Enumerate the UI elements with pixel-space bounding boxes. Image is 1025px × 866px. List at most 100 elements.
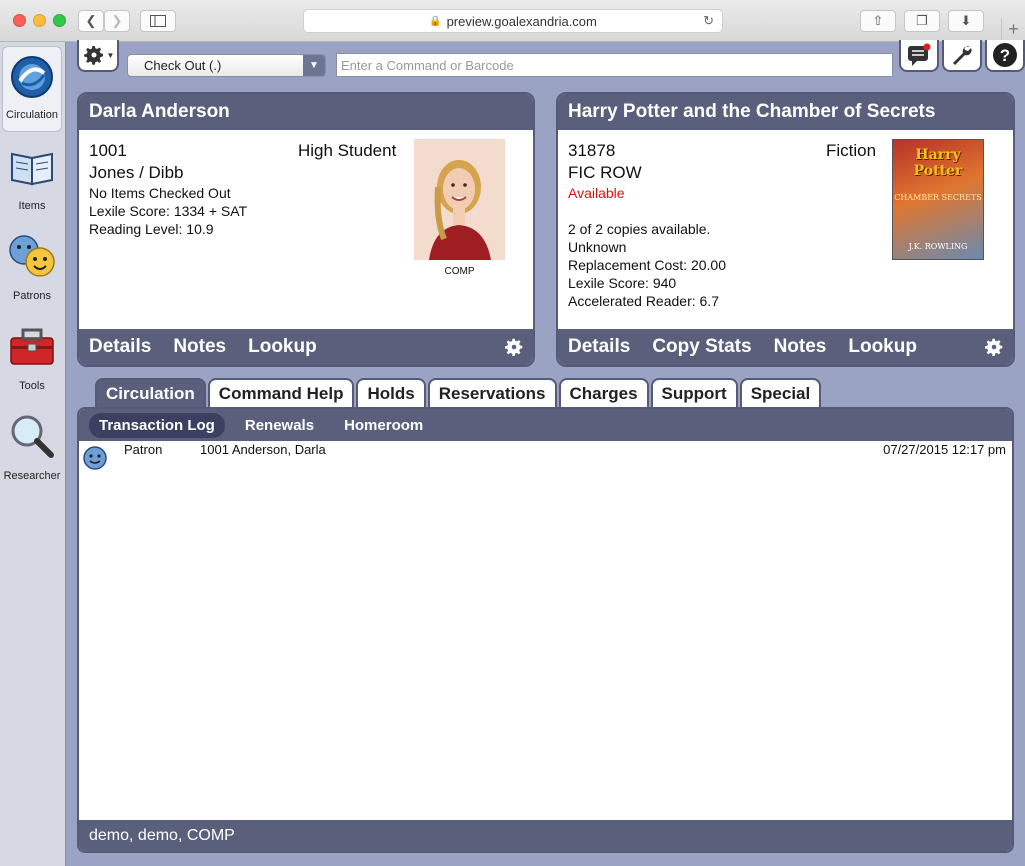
log-type: Patron: [124, 442, 163, 457]
tabs-overview-button[interactable]: ❐: [904, 10, 940, 32]
tab-holds[interactable]: Holds: [356, 378, 426, 408]
item-copy-stats-link[interactable]: Copy Stats: [652, 336, 751, 358]
downloads-button[interactable]: ⬇: [948, 10, 984, 32]
tab-special[interactable]: Special: [739, 378, 822, 408]
sidebar-item-label: Tools: [19, 380, 45, 392]
help-icon: ?: [993, 43, 1017, 67]
forward-button[interactable]: ❯: [104, 10, 130, 32]
photo-caption: COMP: [444, 266, 475, 277]
url-text: preview.goalexandria.com: [446, 13, 597, 29]
transaction-log-panel: Transaction Log Renewals Homeroom Patron…: [77, 407, 1014, 853]
svg-text:?: ?: [1000, 46, 1010, 65]
cover-title: Harry Potter: [913, 147, 963, 179]
patrons-icon: [8, 232, 56, 280]
patron-panel: Darla Anderson 1001 High Student Jones /…: [77, 92, 535, 367]
sidebar-icon: [150, 15, 166, 27]
patron-homeroom: Jones / Dibb: [89, 163, 184, 182]
lock-icon: 🔒: [429, 15, 442, 27]
item-barcode: 31878: [568, 141, 616, 160]
patron-photo[interactable]: [414, 139, 505, 260]
book-icon: [8, 142, 56, 190]
browser-toolbar: ❮ ❯ 🔒 preview.goalexandria.com ↻ ⇧ ❐ ⬇ +: [0, 0, 1025, 42]
wrench-icon: [953, 46, 972, 65]
item-gear-icon[interactable]: [983, 336, 1005, 364]
item-copies: 2 of 2 copies available.: [568, 221, 711, 237]
subtab-transaction-log[interactable]: Transaction Log: [89, 412, 225, 438]
patron-name: Darla Anderson: [79, 94, 533, 130]
log-time: 07/27/2015 12:17 pm: [883, 442, 1006, 457]
item-panel: Harry Potter and the Chamber of Secrets …: [556, 92, 1015, 367]
sidebar-item-researcher[interactable]: Researcher: [2, 406, 62, 492]
item-lexile: Lexile Score: 940: [568, 275, 677, 291]
back-button[interactable]: ❮: [78, 10, 104, 32]
toolbox-icon: [8, 322, 56, 370]
item-actions: Details Copy Stats Notes Lookup: [558, 329, 1013, 365]
close-window-button[interactable]: [13, 14, 26, 27]
help-button[interactable]: ?: [985, 40, 1025, 72]
reload-icon[interactable]: ↻: [703, 13, 714, 29]
gear-icon: [83, 46, 103, 65]
zoom-window-button[interactable]: [53, 14, 66, 27]
book-cover[interactable]: Harry Potter CHAMBER SECRETS J.K. ROWLIN…: [892, 139, 984, 260]
log-detail: 1001 Anderson, Darla: [200, 442, 326, 457]
tabs-icon: ❐: [916, 13, 928, 28]
patron-avatar: [414, 139, 505, 260]
preferences-button[interactable]: [942, 40, 982, 72]
subtab-renewals[interactable]: Renewals: [235, 413, 324, 438]
tab-reservations[interactable]: Reservations: [427, 378, 557, 408]
messages-button[interactable]: [899, 40, 939, 72]
address-bar[interactable]: 🔒 preview.goalexandria.com ↻: [303, 9, 723, 33]
subtab-homeroom[interactable]: Homeroom: [334, 413, 433, 438]
sub-tabs: Transaction Log Renewals Homeroom: [79, 409, 1012, 441]
mode-value: Check Out (.): [144, 58, 222, 73]
sidebar-item-patrons[interactable]: Patrons: [2, 226, 62, 312]
sidebar-item-tools[interactable]: Tools: [2, 316, 62, 402]
new-tab-button[interactable]: +: [1001, 18, 1025, 42]
cover-subtitle: CHAMBER SECRETS: [894, 193, 982, 202]
patron-barcode: 1001: [89, 141, 127, 160]
patron-smiley-icon: [82, 445, 108, 474]
status-bar: demo, demo, COMP: [79, 820, 1012, 851]
minimize-window-button[interactable]: [33, 14, 46, 27]
table-row[interactable]: Patron 1001 Anderson, Darla 07/27/2015 1…: [79, 441, 1012, 471]
main-tabs: Circulation Command Help Holds Reservati…: [95, 378, 823, 408]
patron-details-link[interactable]: Details: [89, 336, 151, 358]
chevron-down-icon: ▼: [106, 50, 115, 60]
patron-actions: Details Notes Lookup: [79, 329, 533, 365]
patron-checked-out: No Items Checked Out: [89, 185, 231, 201]
patron-gear-icon[interactable]: [503, 336, 525, 364]
chevron-right-icon: ❯: [111, 13, 123, 28]
sidebar-toggle-button[interactable]: [140, 10, 176, 32]
patron-notes-link[interactable]: Notes: [173, 336, 226, 358]
settings-button[interactable]: ▼: [77, 40, 119, 72]
share-icon: ⇧: [872, 13, 884, 28]
command-input[interactable]: [336, 53, 893, 77]
module-sidebar: Circulation Items Patrons Tools Research…: [0, 42, 66, 866]
tab-circulation[interactable]: Circulation: [95, 378, 206, 408]
item-replacement-cost: Replacement Cost: 20.00: [568, 257, 726, 273]
item-status: Available: [568, 185, 625, 201]
patron-lookup-link[interactable]: Lookup: [248, 336, 317, 358]
cover-author: J.K. ROWLING: [908, 242, 968, 251]
sidebar-item-label: Items: [18, 200, 46, 212]
tab-support[interactable]: Support: [650, 378, 738, 408]
tab-command-help[interactable]: Command Help: [207, 378, 355, 408]
mode-dropdown[interactable]: Check Out (.) ▼: [127, 54, 326, 77]
chevron-left-icon: ❮: [85, 13, 97, 28]
item-genre: Fiction: [826, 141, 877, 160]
item-call-number: FIC ROW: [568, 163, 642, 182]
share-button[interactable]: ⇧: [860, 10, 896, 32]
sidebar-item-label: Researcher: [3, 470, 61, 482]
chevron-down-icon: ▼: [303, 55, 325, 76]
item-notes-link[interactable]: Notes: [774, 336, 827, 358]
item-title: Harry Potter and the Chamber of Secrets: [558, 94, 1013, 130]
item-lookup-link[interactable]: Lookup: [848, 336, 917, 358]
tab-charges[interactable]: Charges: [558, 378, 649, 408]
sidebar-item-circulation[interactable]: Circulation: [2, 46, 62, 132]
message-icon: [908, 43, 931, 66]
patron-grade: High Student: [298, 141, 397, 160]
item-details-link[interactable]: Details: [568, 336, 630, 358]
sidebar-item-items[interactable]: Items: [2, 136, 62, 222]
item-accelerated-reader: Accelerated Reader: 6.7: [568, 293, 719, 309]
sidebar-item-label: Circulation: [6, 109, 58, 121]
